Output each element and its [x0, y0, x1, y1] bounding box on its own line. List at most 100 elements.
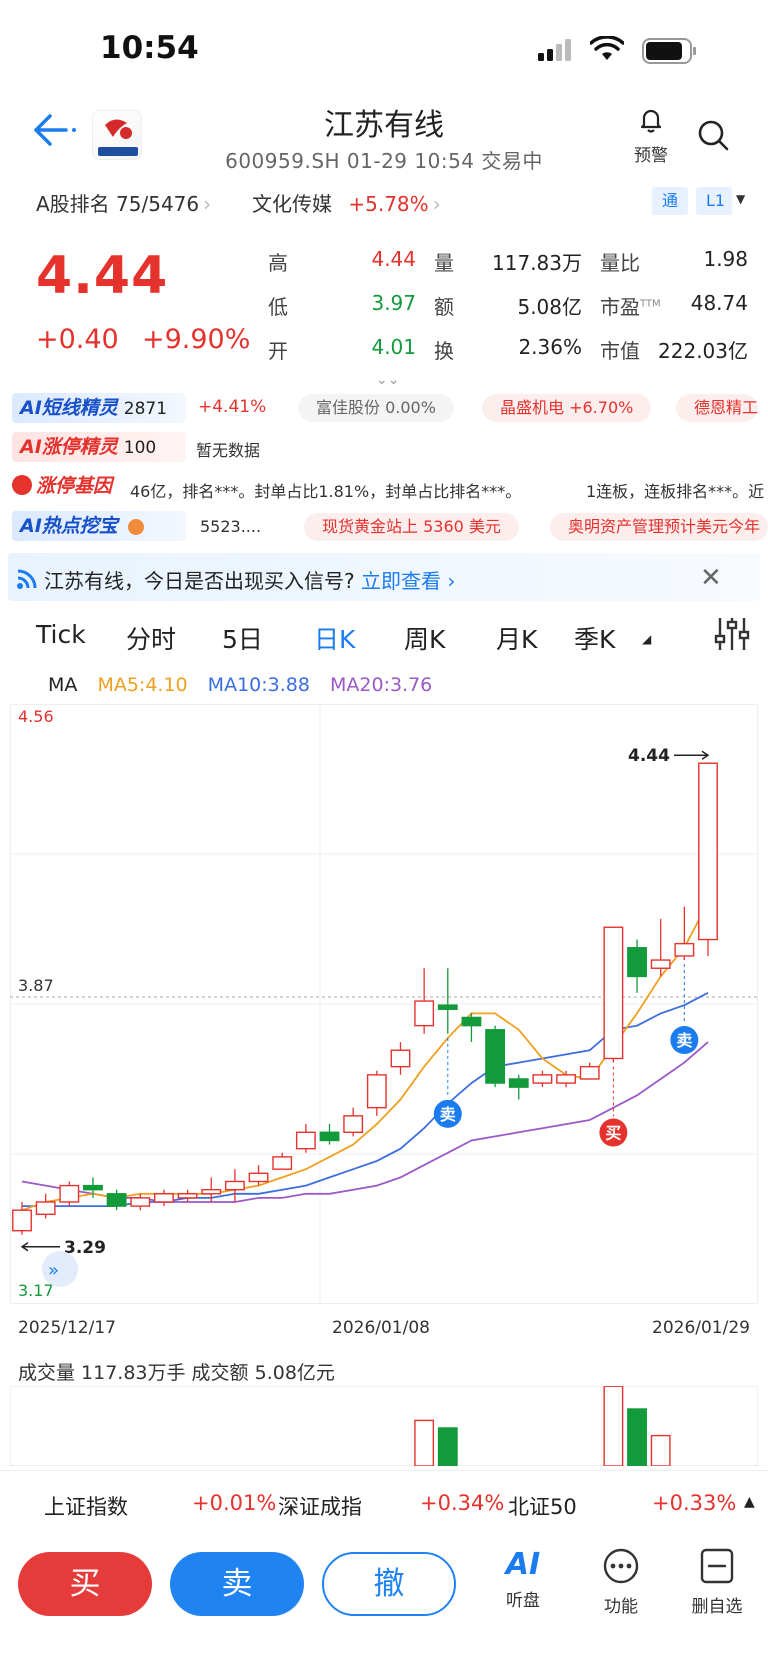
ai-chip-1[interactable]: 富佳股份 0.00% — [298, 394, 454, 422]
index-value-sz: +0.34% — [420, 1491, 505, 1515]
quote-value-turnover: 2.36% — [518, 335, 582, 359]
candle — [366, 1070, 387, 1116]
index-name-sh: 上证指数 — [44, 1495, 128, 1519]
sell-button[interactable]: 卖 — [170, 1552, 304, 1616]
quote-value-volume: 117.83万 — [492, 251, 582, 275]
ai-limit-up-badge[interactable]: AI涨停精灵 100 — [12, 432, 186, 462]
a-share-rank[interactable]: A股排名 75/5476 › — [36, 188, 211, 217]
quote-value-low: 3.97 — [371, 291, 416, 315]
gene-badge[interactable]: 涨停基因 — [12, 471, 132, 501]
volume-bar — [414, 1419, 435, 1466]
tab-more-icon[interactable]: ◢ — [642, 632, 651, 646]
volume-bar — [603, 1386, 624, 1466]
remove-watchlist-icon — [700, 1548, 734, 1584]
remove-watch-label: 删自选 — [691, 1597, 743, 1617]
index-name-sz: 深证成指 — [278, 1495, 362, 1519]
tab-tick[interactable]: Tick — [36, 620, 86, 649]
current-price: 4.44 — [36, 246, 169, 306]
tab-daily-k[interactable]: 日K — [314, 620, 355, 656]
rank-label: A股排名 75/5476 — [36, 192, 200, 216]
ma5-value: MA5:4.10 — [97, 674, 188, 696]
battery-icon — [642, 38, 696, 64]
quote-label-pe: 市盈TTM — [600, 295, 661, 319]
scroll-left-button[interactable]: » — [42, 1251, 78, 1287]
ai-hot-badge[interactable]: AI热点挖宝 — [12, 511, 186, 541]
index-value-bz: +0.33% — [652, 1491, 737, 1515]
tab-intraday[interactable]: 分时 — [126, 620, 176, 656]
tab-quarterly-k[interactable]: 季K — [574, 620, 615, 656]
function-icon — [603, 1548, 639, 1584]
quote-label-volume: 量 — [434, 251, 454, 275]
level-tag[interactable]: L1 — [696, 187, 732, 215]
level-dropdown-icon[interactable]: ▼ — [736, 192, 745, 206]
candle — [532, 1070, 553, 1088]
min-price-arrow — [20, 1242, 60, 1252]
search-icon[interactable] — [696, 118, 730, 152]
close-icon[interactable]: ✕ — [700, 563, 722, 593]
quote-label-vol-ratio: 量比 — [600, 251, 640, 275]
signal-view-link[interactable]: 立即查看 › — [361, 569, 455, 593]
wifi-icon — [590, 36, 624, 60]
candle — [343, 1107, 364, 1137]
ma10-value: MA10:3.88 — [207, 674, 310, 696]
ai-limit-up-title: AI涨停精灵 — [20, 436, 118, 458]
candle — [130, 1193, 151, 1211]
ai-hot-text: 5523.... — [200, 517, 262, 536]
quote-label-low: 低 — [268, 295, 288, 319]
ai-chip-3[interactable]: 德恩精工 — [676, 394, 759, 422]
quote-value-vol-ratio: 1.98 — [703, 247, 748, 271]
rss-icon — [17, 569, 37, 589]
ai-chip-2[interactable]: 晶盛机电 +6.70% — [482, 394, 652, 422]
price-change-pct: +9.90% — [142, 324, 251, 355]
listen-button[interactable]: AI 听盘 — [488, 1547, 558, 1612]
svg-text:卖: 卖 — [676, 1031, 692, 1050]
gene-text-1: 46亿，排名***。封单占比1.81%，封单占比排名***。 — [130, 482, 522, 501]
volume-summary: 成交量 117.83万手 成交额 5.08亿元 — [18, 1362, 335, 1384]
alert-button[interactable]: 预警 — [628, 105, 674, 166]
index-expand-icon[interactable]: ▲ — [744, 1494, 755, 1510]
bell-icon — [640, 109, 662, 133]
sector-link[interactable]: 文化传媒 +5.78% › — [252, 188, 441, 217]
ai-short-line-change: +4.41% — [198, 397, 267, 417]
kline-chart[interactable]: 4.56 3.87 3.17 卖买卖 4.44 3.29 » — [10, 704, 758, 1304]
candle — [461, 1013, 482, 1043]
ai-short-line-badge[interactable]: AI短线精灵 2871 — [12, 393, 186, 423]
buy-button[interactable]: 买 — [18, 1552, 152, 1616]
gene-text-2: 1连板，连板排名***。近 — [586, 482, 765, 501]
sell-signal-marker: 卖 — [433, 1037, 462, 1128]
expand-chevron-icon[interactable]: ⌄⌄ — [376, 372, 399, 388]
volume-bar — [650, 1434, 671, 1466]
candle — [59, 1181, 80, 1207]
quote-value-mcap: 222.03亿 — [658, 339, 748, 363]
signal-link-text: 立即查看 — [360, 569, 441, 593]
ai-hot-title: AI热点挖宝 — [20, 515, 118, 537]
function-button[interactable]: 功能 — [586, 1548, 656, 1617]
tab-weekly-k[interactable]: 周K — [404, 620, 445, 656]
pe-ttm-superscript: TTM — [640, 298, 661, 310]
candle — [579, 1062, 600, 1080]
double-chevron-icon: » — [48, 1260, 59, 1281]
tab-monthly-k[interactable]: 月K — [496, 620, 537, 656]
hot-chip-2[interactable]: 奥明资产管理预计美元今年 — [550, 513, 768, 541]
chevron-right-icon: › — [203, 192, 212, 216]
candle — [295, 1124, 316, 1153]
volume-chart — [10, 1386, 758, 1466]
quote-value-pe: 48.74 — [690, 291, 748, 315]
ai-short-line-title: AI短线精灵 — [20, 397, 118, 419]
candle — [224, 1169, 245, 1202]
date-mid: 2026/01/08 — [332, 1318, 430, 1338]
tong-tag[interactable]: 通 — [652, 187, 689, 215]
remove-watch-button[interactable]: 删自选 — [682, 1548, 752, 1617]
max-price-label: 4.44 — [628, 746, 670, 766]
ai-icon: AI — [505, 1547, 541, 1582]
quote-label-turnover: 换 — [434, 339, 454, 363]
chart-settings-icon[interactable] — [712, 614, 752, 654]
cancel-order-button[interactable]: 撤 — [322, 1552, 456, 1616]
index-name-bz: 北证50 — [508, 1495, 577, 1519]
hot-chip-1[interactable]: 现货黄金站上 5360 美元 — [304, 513, 519, 541]
axis-bottom-label: 3.17 — [18, 1281, 54, 1300]
quote-label-amount: 额 — [434, 295, 454, 319]
volume-bar — [437, 1427, 458, 1466]
tab-5day[interactable]: 5日 — [222, 620, 263, 656]
function-label: 功能 — [604, 1597, 638, 1617]
